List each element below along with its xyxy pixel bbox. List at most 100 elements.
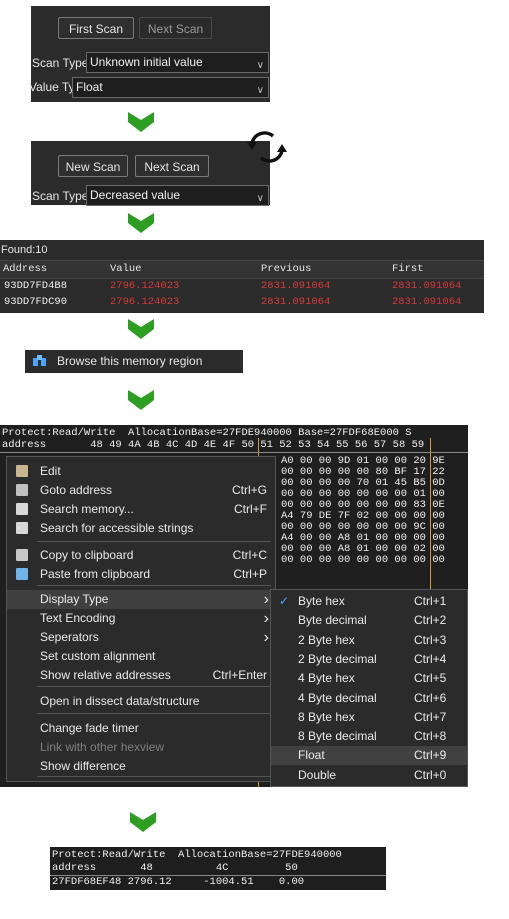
menu-item-seperators[interactable]: Seperators › — [7, 628, 275, 647]
menu-separator — [37, 776, 271, 777]
row-previous: 2831.091064 — [261, 280, 331, 292]
submenu-item-byte-hex[interactable]: ✓ Byte hex Ctrl+1 — [271, 592, 467, 611]
submenu-item-label: 4 Byte decimal — [298, 690, 377, 705]
table-row[interactable]: 93DD7FD4B8 2796.124023 2831.091064 2831.… — [0, 280, 484, 295]
chevron-right-icon: › — [263, 591, 269, 608]
submenu-item-8-byte-decimal[interactable]: 8 Byte decimal Ctrl+8 — [271, 727, 467, 746]
menu-separator — [37, 541, 271, 542]
menu-item-paste-from-clipboard[interactable]: Paste from clipboard Ctrl+P — [7, 565, 275, 584]
submenu-item-label: 2 Byte hex — [298, 632, 355, 647]
menu-item-change-fade-timer[interactable]: Change fade timer — [7, 719, 275, 738]
col-first[interactable]: First — [392, 263, 424, 275]
menu-item-shortcut: Ctrl+P — [233, 567, 267, 581]
down-arrow-icon — [130, 812, 156, 832]
submenu-item-8-byte-hex[interactable]: 8 Byte hex Ctrl+7 — [271, 708, 467, 727]
down-arrow-icon — [128, 112, 154, 132]
scan-type-value-2: Decreased value — [90, 188, 181, 202]
submenu-item-shortcut: Ctrl+2 — [414, 613, 447, 628]
hex-row-border — [0, 452, 468, 453]
new-scan-button[interactable]: New Scan — [58, 155, 128, 177]
menu-item-goto-address[interactable]: Goto address Ctrl+G — [7, 481, 275, 500]
menu-item-label: Change fade timer — [40, 721, 139, 735]
hex-header-columns: address 48 49 4A 4B 4C 4D 4E 4F 50 51 52… — [2, 439, 425, 451]
menu-item-label: Edit — [40, 464, 61, 478]
edit-icon — [16, 465, 28, 477]
menu-item-label: Show difference — [40, 759, 126, 773]
submenu-item-shortcut: Ctrl+9 — [414, 748, 447, 763]
hex-view-float[interactable]: Protect:Read/Write AllocationBase=27FDE9… — [50, 847, 386, 890]
chevron-right-icon: › — [263, 610, 269, 627]
submenu-item-float[interactable]: Float Ctrl+9 — [271, 746, 467, 766]
menu-item-link-with-other-hexview[interactable]: Link with other hexview — [7, 738, 275, 757]
submenu-item-2-byte-hex[interactable]: 2 Byte hex Ctrl+3 — [271, 631, 467, 650]
menu-item-edit[interactable]: Edit — [7, 462, 275, 481]
row-previous: 2831.091064 — [261, 296, 331, 308]
value-type-select[interactable]: Float ∨ — [72, 77, 269, 98]
scan-type-label-2: Scan Type — [32, 189, 89, 203]
submenu-item-shortcut: Ctrl+6 — [414, 690, 447, 705]
col-previous[interactable]: Previous — [261, 263, 311, 275]
float-header-protect: Protect:Read/Write AllocationBase=27FDE9… — [52, 849, 342, 861]
menu-item-label: Copy to clipboard — [40, 548, 134, 562]
search-icon — [16, 503, 28, 515]
float-data-row: 27FDF68EF48 2796.12 -1004.51 0.00 — [52, 876, 305, 888]
submenu-item-4-byte-hex[interactable]: 4 Byte hex Ctrl+5 — [271, 669, 467, 688]
submenu-item-byte-decimal[interactable]: Byte decimal Ctrl+2 — [271, 611, 467, 630]
down-arrow-icon — [128, 213, 154, 233]
menu-item-display-type[interactable]: Display Type › — [7, 590, 275, 609]
scan-results: Found:10 Address Value Previous First 93… — [0, 240, 484, 313]
menu-item-label: Paste from clipboard — [40, 567, 151, 581]
col-value[interactable]: Value — [110, 263, 142, 275]
submenu-item-shortcut: Ctrl+5 — [414, 671, 447, 686]
hex-view[interactable]: Protect:Read/Write AllocationBase=27FDE9… — [0, 425, 468, 787]
col-address[interactable]: Address — [3, 263, 47, 275]
menu-separator — [37, 686, 271, 687]
submenu-item-shortcut: Ctrl+7 — [414, 709, 447, 724]
scan-panel-initial: First Scan Next Scan Scan Type Unknown i… — [29, 6, 270, 102]
menu-item-show-difference[interactable]: Show difference — [7, 757, 275, 776]
submenu-item-4-byte-decimal[interactable]: 4 Byte decimal Ctrl+6 — [271, 689, 467, 708]
submenu-item-label: 8 Byte decimal — [298, 729, 377, 744]
row-address: 93DD7FD4B8 — [4, 280, 68, 292]
search-strings-icon — [16, 522, 28, 534]
menu-item-copy-to-clipboard[interactable]: Copy to clipboard Ctrl+C — [7, 546, 275, 565]
submenu-item-label: 4 Byte hex — [298, 671, 355, 686]
float-header-columns: address 48 4C 50 — [52, 862, 298, 874]
menu-item-label: Search memory... — [40, 502, 134, 516]
scan-type-select[interactable]: Unknown initial value ∨ — [86, 52, 269, 73]
chevron-down-icon: ∨ — [256, 85, 264, 96]
menu-item-show-relative-addresses[interactable]: Show relative addresses Ctrl+Enter — [7, 666, 275, 685]
menu-item-set-custom-alignment[interactable]: Set custom alignment — [7, 647, 275, 666]
context-menu: Edit Goto address Ctrl+G Search memory... Ct… — [6, 456, 276, 782]
menu-item-text-encoding[interactable]: Text Encoding › — [7, 609, 275, 628]
menu-separator — [37, 585, 271, 586]
menu-item-label: Goto address — [40, 483, 113, 497]
row-value: 2796.124023 — [110, 296, 180, 308]
menu-item-search-for-accessible-strings[interactable]: Search for accessible strings — [7, 519, 275, 538]
found-count: Found:10 — [1, 244, 48, 256]
menu-item-shortcut: Ctrl+F — [234, 502, 267, 516]
menu-item-label: Open in dissect data/structure — [40, 694, 200, 708]
chevron-down-icon: ∨ — [256, 60, 264, 71]
chevron-right-icon: › — [263, 629, 269, 646]
first-scan-button[interactable]: First Scan — [58, 17, 134, 39]
menu-item-label: Link with other hexview — [40, 740, 165, 754]
submenu-item-label: Byte decimal — [298, 613, 367, 628]
table-row[interactable]: 93DD7FDC90 2796.124023 2831.091064 2831.… — [0, 296, 484, 311]
next-scan-button-active[interactable]: Next Scan — [135, 155, 209, 177]
submenu-item-double[interactable]: Double Ctrl+0 — [271, 766, 467, 785]
submenu-item-shortcut: Ctrl+1 — [414, 594, 447, 608]
menu-item-search-memory[interactable]: Search memory... Ctrl+F — [7, 500, 275, 519]
menu-item-open-in-dissect-data-structure[interactable]: Open in dissect data/structure — [7, 692, 275, 711]
scan-type-select-2[interactable]: Decreased value ∨ — [86, 185, 269, 206]
browse-label: Browse this memory region — [57, 354, 203, 368]
down-arrow-icon — [128, 390, 154, 410]
results-header: Address Value Previous First — [0, 260, 484, 279]
browse-memory-menu-item[interactable]: Browse this memory region — [25, 350, 243, 373]
submenu-item-2-byte-decimal[interactable]: 2 Byte decimal Ctrl+4 — [271, 650, 467, 669]
chevron-down-icon: ∨ — [256, 193, 264, 204]
menu-separator — [37, 713, 271, 714]
checkmark-icon: ✓ — [279, 594, 290, 608]
next-scan-button[interactable]: Next Scan — [139, 17, 212, 39]
scan-type-value: Unknown initial value — [90, 55, 203, 69]
